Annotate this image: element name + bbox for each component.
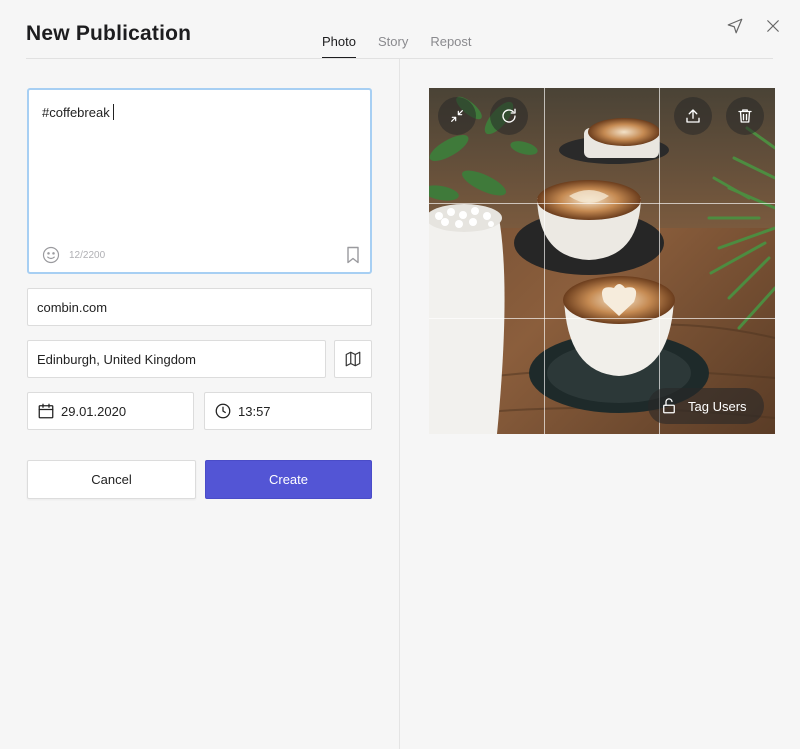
map-button[interactable] [334, 340, 372, 378]
cancel-button[interactable]: Cancel [27, 460, 196, 499]
date-field[interactable]: 29.01.2020 [27, 392, 194, 430]
map-icon [345, 351, 361, 367]
date-value: 29.01.2020 [61, 403, 127, 419]
clock-icon [215, 403, 231, 419]
caption-textarea[interactable]: #coffebreak 12/2200 [27, 88, 372, 274]
collapse-icon [451, 110, 463, 122]
crop-grid-line [429, 318, 775, 319]
calendar-icon [38, 403, 54, 419]
time-field[interactable]: 13:57 [204, 392, 372, 430]
location-field[interactable]: Edinburgh, United Kingdom [27, 340, 326, 378]
bookmark-icon[interactable] [345, 246, 361, 264]
character-counter: 12/2200 [69, 250, 106, 261]
panel-divider [399, 59, 400, 749]
send-icon[interactable] [726, 17, 744, 35]
tag-users-label: Tag Users [688, 398, 747, 414]
tab-repost[interactable]: Repost [430, 34, 471, 59]
upload-icon [686, 109, 700, 123]
coffee-photo [429, 88, 775, 434]
crop-grid-line [544, 88, 545, 434]
delete-button[interactable] [726, 97, 764, 135]
time-value: 13:57 [238, 403, 271, 419]
crop-grid-line [429, 203, 775, 204]
unlock-icon [663, 398, 675, 414]
photo-preview[interactable]: Tag Users [429, 88, 775, 434]
link-value: combin.com [37, 299, 108, 315]
rotate-icon [502, 108, 516, 123]
collapse-button[interactable] [438, 97, 476, 135]
tag-users-button[interactable]: Tag Users [648, 388, 764, 424]
upload-button[interactable] [674, 97, 712, 135]
rotate-button[interactable] [490, 97, 528, 135]
tab-photo[interactable]: Photo [322, 34, 356, 59]
link-field[interactable]: combin.com [27, 288, 372, 326]
crop-grid-line [659, 88, 660, 434]
page-title: New Publication [26, 22, 192, 45]
emoji-icon[interactable] [41, 245, 61, 265]
publication-tabs: Photo Story Repost [322, 34, 494, 59]
caption-text: #coffebreak [42, 105, 110, 120]
create-button[interactable]: Create [205, 460, 372, 499]
location-value: Edinburgh, United Kingdom [37, 351, 196, 367]
tab-story[interactable]: Story [378, 34, 408, 59]
text-caret [112, 104, 114, 120]
close-icon[interactable] [764, 17, 782, 35]
trash-icon [738, 109, 752, 123]
